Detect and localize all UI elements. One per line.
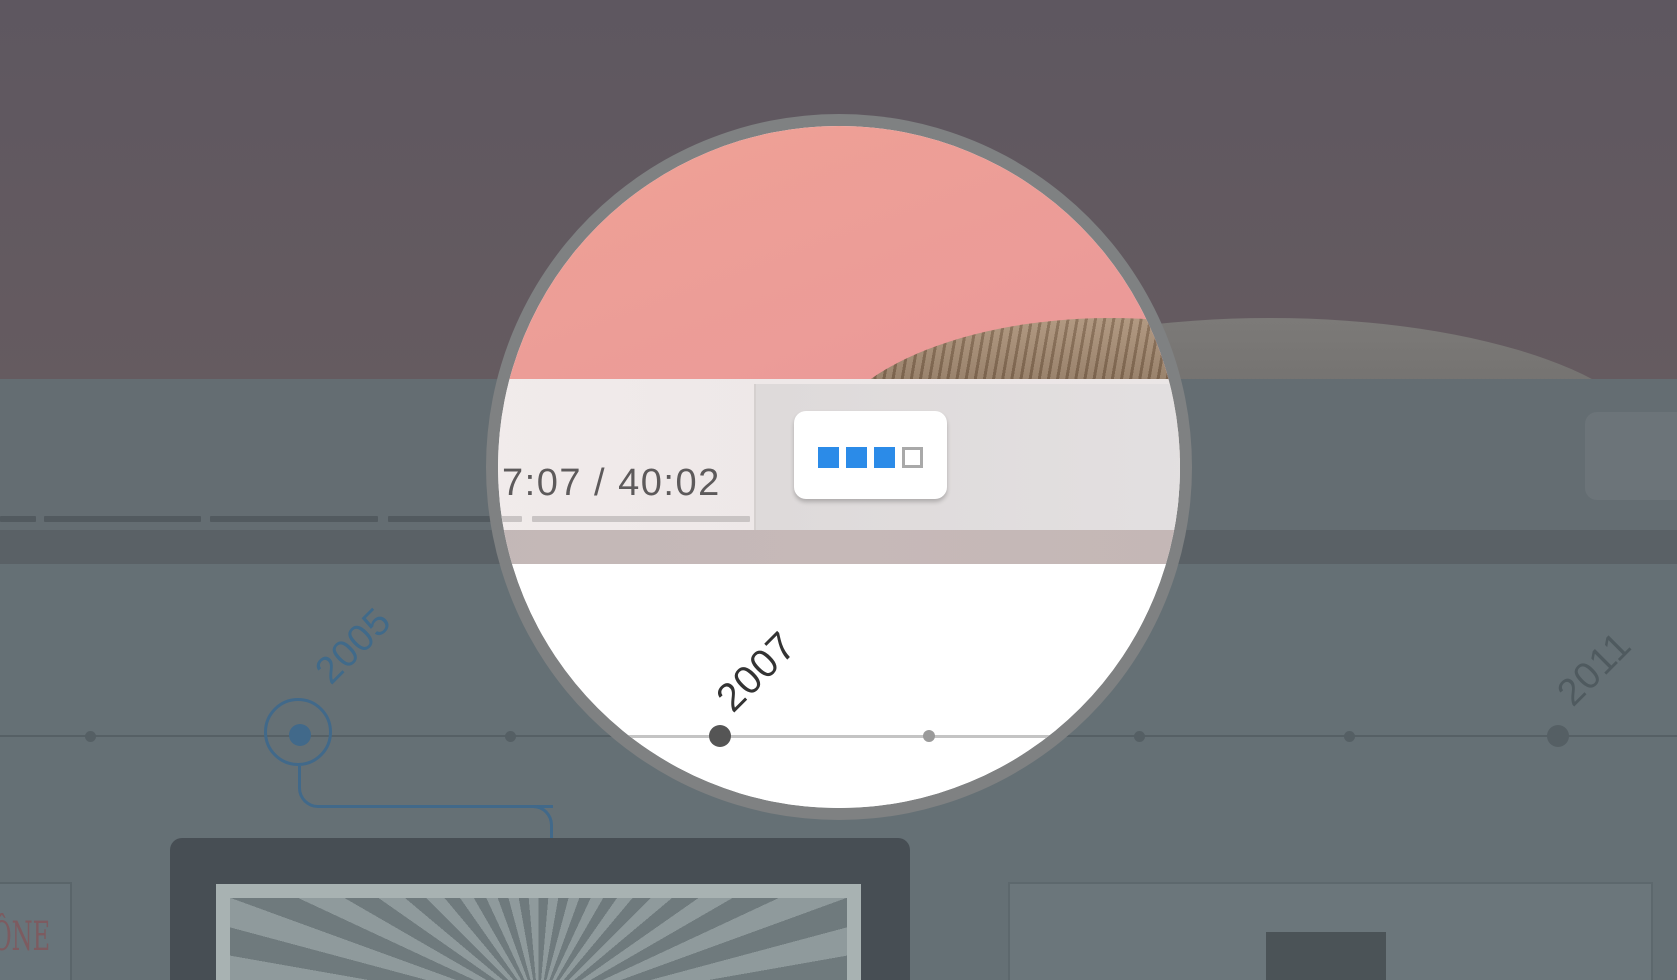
chapter-segment[interactable] <box>532 516 750 522</box>
timeline-card-next[interactable] <box>1008 882 1653 980</box>
player-controls-strip <box>498 530 1180 564</box>
quality-button[interactable] <box>794 411 947 499</box>
card-thumbnail <box>1266 932 1386 980</box>
timeline-tick[interactable] <box>1343 730 1355 742</box>
timeline-card-selected[interactable] <box>170 838 910 980</box>
quality-level-square <box>902 447 923 468</box>
timeline-tick[interactable] <box>84 730 96 742</box>
playback-time: 7:07 / 40:02 <box>502 462 721 504</box>
chapter-segment[interactable] <box>0 516 36 522</box>
card-thumbnail-art <box>230 898 847 980</box>
timeline-year-marker-2007[interactable] <box>709 725 731 747</box>
quality-level-square <box>874 447 895 468</box>
card-title-text: ÔNE <box>0 914 51 960</box>
magnifier-viewport: 7:07 / 40:02 2007 <box>498 126 1180 808</box>
controls-divider <box>754 384 756 530</box>
timeline-year-marker-2011[interactable] <box>1547 725 1569 747</box>
quality-level-square <box>818 447 839 468</box>
magnifier-lens: 7:07 / 40:02 2007 <box>486 114 1192 820</box>
quality-level-square <box>846 447 867 468</box>
scene: 2005 2011 ÔNE 7:07 / 40:02 <box>0 0 1677 980</box>
chapter-segment[interactable] <box>498 516 522 522</box>
timeline-tick[interactable] <box>923 730 935 742</box>
magnified-content: 7:07 / 40:02 2007 <box>498 126 1180 808</box>
timeline-selected-dot[interactable] <box>289 724 311 746</box>
timeline-axis <box>498 735 1180 738</box>
chapter-segment[interactable] <box>210 516 378 522</box>
timeline-panel <box>498 564 1180 808</box>
side-control-button[interactable] <box>1585 412 1677 500</box>
chapter-segment[interactable] <box>44 516 201 522</box>
card-thumbnail <box>216 884 861 980</box>
timeline-card-previous[interactable]: ÔNE <box>0 882 72 980</box>
